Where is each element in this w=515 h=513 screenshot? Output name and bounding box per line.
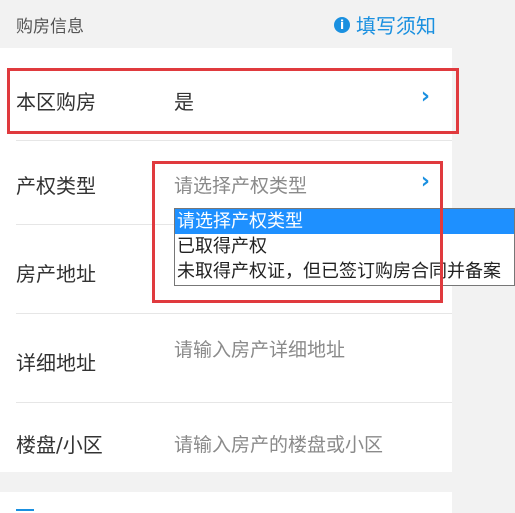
- highlight-box: [152, 161, 443, 303]
- row-community[interactable]: 楼盘/小区 请输入房产的楼盘或小区: [0, 410, 452, 470]
- row-label: 产权类型: [16, 174, 96, 198]
- next-section-card: [0, 492, 452, 513]
- help-link-label: 填写须知: [356, 14, 436, 38]
- row-detailed-address[interactable]: 详细地址 请输入房产详细地址: [0, 320, 452, 390]
- help-link[interactable]: i 填写须知: [334, 10, 436, 39]
- info-icon: i: [334, 16, 350, 33]
- divider: [16, 402, 452, 403]
- row-label: 详细地址: [16, 351, 96, 375]
- highlight-box: [7, 68, 459, 134]
- divider: [16, 140, 452, 141]
- row-label: 房产地址: [16, 262, 96, 286]
- detailed-address-input[interactable]: 请输入房产详细地址: [174, 335, 345, 362]
- divider: [16, 313, 452, 314]
- section-header: 购房信息 i 填写须知: [0, 0, 452, 48]
- section-title: 购房信息: [16, 17, 84, 37]
- row-label: 楼盘/小区: [16, 433, 103, 457]
- community-input[interactable]: 请输入房产的楼盘或小区: [174, 430, 383, 457]
- section-accent-bar: [16, 509, 34, 511]
